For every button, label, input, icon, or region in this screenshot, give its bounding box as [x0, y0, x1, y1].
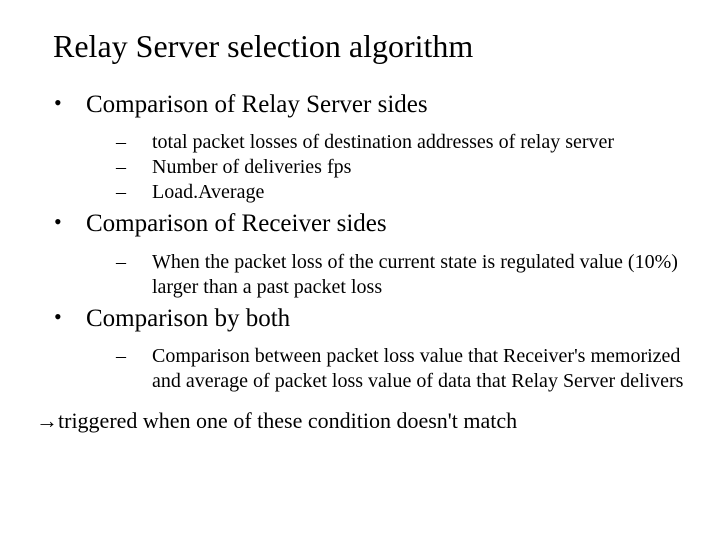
sub-bullet: – Comparison between packet loss value t…: [116, 344, 692, 394]
footer-text: →triggered when one of these condition d…: [36, 408, 692, 434]
sub-bullet: – total packet losses of destination add…: [116, 130, 692, 155]
dash-icon: –: [116, 180, 152, 205]
sub-item-text: When the packet loss of the current stat…: [152, 250, 692, 300]
bullet-section-3: • Comparison by both: [36, 303, 692, 334]
section-heading: Comparison of Relay Server sides: [86, 89, 428, 120]
dash-icon: –: [116, 344, 152, 394]
bullet-icon: •: [36, 303, 86, 334]
bullet-section-1: • Comparison of Relay Server sides: [36, 89, 692, 120]
bullet-icon: •: [36, 208, 86, 239]
bullet-section-2: • Comparison of Receiver sides: [36, 208, 692, 239]
sub-item-text: Load.Average: [152, 180, 272, 205]
sub-bullet: – Load.Average: [116, 180, 692, 205]
sub-bullet: – Number of deliveries fps: [116, 155, 692, 180]
sub-bullet: – When the packet loss of the current st…: [116, 250, 692, 300]
dash-icon: –: [116, 130, 152, 155]
section-heading: Comparison of Receiver sides: [86, 208, 387, 239]
section-heading: Comparison by both: [86, 303, 290, 334]
slide-title: Relay Server selection algorithm: [53, 28, 692, 65]
sub-item-text: Number of deliveries fps: [152, 155, 359, 180]
bullet-icon: •: [36, 89, 86, 120]
sub-item-text: Comparison between packet loss value tha…: [152, 344, 692, 394]
dash-icon: –: [116, 155, 152, 180]
sub-item-text: total packet losses of destination addre…: [152, 130, 622, 155]
dash-icon: –: [116, 250, 152, 300]
